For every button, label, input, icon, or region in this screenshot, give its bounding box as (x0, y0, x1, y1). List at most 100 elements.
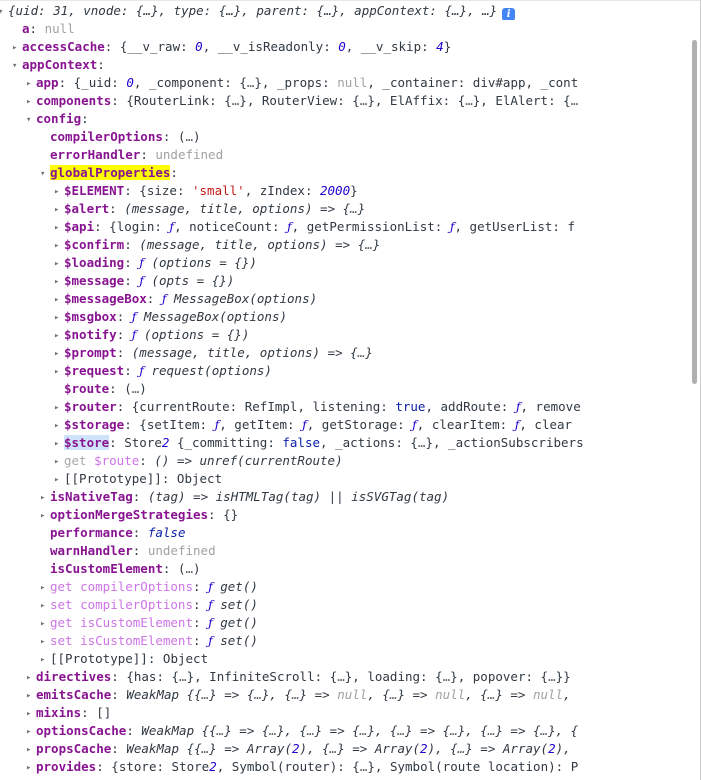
property-key-storage[interactable]: $storage (64, 417, 124, 432)
disclosure-triangle-ELEMENT[interactable] (54, 183, 64, 200)
property-key-messageBox[interactable]: $messageBox (64, 291, 147, 306)
property-key-api[interactable]: $api (64, 219, 94, 234)
property-value-alert[interactable]: (message, title, options) => {…} (117, 201, 365, 216)
property-key-appContext[interactable]: appContext (22, 57, 97, 72)
property-value-proto-config[interactable]: Object (155, 651, 208, 666)
disclosure-triangle-appContext[interactable] (12, 57, 22, 74)
tree-row-api[interactable]: $api: {login: ƒ, noticeCount: ƒ, getPerm… (0, 218, 689, 236)
property-key-optionMergeStrategies[interactable]: optionMergeStrategies (50, 507, 208, 522)
property-value-optionMergeStrategies[interactable]: {} (216, 507, 238, 522)
property-value-route[interactable]: (…) (117, 381, 147, 396)
property-value-get-isCustomElement[interactable]: ƒ get() (201, 615, 258, 630)
property-key-propsCache[interactable]: propsCache (36, 741, 111, 756)
property-key-config[interactable]: config (36, 111, 81, 126)
property-key-msgbox[interactable]: $msgbox (64, 309, 117, 324)
property-value-emitsCache[interactable]: WeakMap {{…} => {…}, {…} => null, {…} =>… (119, 687, 570, 702)
disclosure-triangle-router[interactable] (54, 399, 64, 416)
tree-row-router[interactable]: $router: {currentRoute: RefImpl, listeni… (0, 398, 689, 416)
tree-row-loading[interactable]: $loading: ƒ (options = {}) (0, 254, 689, 272)
disclosure-triangle-proto-config[interactable] (40, 651, 50, 668)
property-key-get-compilerOptions[interactable]: get compilerOptions (50, 579, 193, 594)
disclosure-triangle-root-preview[interactable] (0, 3, 8, 20)
vertical-scrollbar-thumb[interactable] (692, 40, 697, 384)
property-key-store[interactable]: $store (64, 435, 110, 450)
property-key-proto-config[interactable]: [[Prototype]] (50, 651, 148, 666)
disclosure-triangle-directives[interactable] (26, 669, 36, 686)
property-value-provides[interactable]: {store: Store2, Symbol(router): {…}, Sym… (104, 759, 578, 774)
tree-row-get-route[interactable]: get $route: () => unref(currentRoute) (0, 452, 689, 470)
property-key-get-isCustomElement[interactable]: get isCustomElement (50, 615, 193, 630)
property-value-isCustomElement[interactable]: (…) (170, 561, 201, 576)
tree-row-notify[interactable]: $notify: ƒ (options = {}) (0, 326, 689, 344)
property-value-isNativeTag[interactable]: (tag) => isHTMLTag(tag) || isSVGTag(tag) (140, 489, 449, 504)
disclosure-triangle-set-compilerOptions[interactable] (40, 597, 50, 614)
tree-row-errorHandler[interactable]: errorHandler: undefined (0, 146, 689, 164)
property-key-compilerOptions[interactable]: compilerOptions (50, 129, 163, 144)
property-value-set-compilerOptions[interactable]: ƒ set() (201, 597, 258, 612)
tree-row-alert[interactable]: $alert: (message, title, options) => {…} (0, 200, 689, 218)
tree-row-get-compilerOptions[interactable]: get compilerOptions: ƒ get() (0, 578, 689, 596)
tree-row-isCustomElement[interactable]: isCustomElement: (…) (0, 560, 689, 578)
disclosure-triangle-provides[interactable] (26, 759, 36, 776)
vertical-scrollbar-track[interactable] (689, 0, 699, 780)
property-value-accessCache[interactable]: {__v_raw: 0, __v_isReadonly: 0, __v_skip… (112, 39, 451, 54)
property-value-set-isCustomElement[interactable]: ƒ set() (201, 633, 258, 648)
disclosure-triangle-alert[interactable] (54, 201, 64, 218)
tree-row-route[interactable]: $route: (…) (0, 380, 689, 398)
tree-row-config[interactable]: config: (0, 110, 689, 128)
disclosure-triangle-prompt[interactable] (54, 345, 64, 362)
property-key-proto-globalProperties[interactable]: [[Prototype]] (64, 471, 162, 486)
property-key-errorHandler[interactable]: errorHandler (50, 147, 140, 162)
tree-row-performance[interactable]: performance: false (0, 524, 689, 542)
property-key-router[interactable]: $router (64, 399, 117, 414)
tree-row-prompt[interactable]: $prompt: (message, title, options) => {…… (0, 344, 689, 362)
disclosure-triangle-mixins[interactable] (26, 705, 36, 722)
property-value-store[interactable]: Store2 {_committing: false, _actions: {…… (117, 435, 583, 450)
property-key-warnHandler[interactable]: warnHandler (50, 543, 133, 558)
tree-row-accessCache[interactable]: accessCache: {__v_raw: 0, __v_isReadonly… (0, 38, 689, 56)
tree-row-messageBox[interactable]: $messageBox: ƒ MessageBox(options) (0, 290, 689, 308)
object-tree[interactable]: {uid: 31, vnode: {…}, type: {…}, parent:… (0, 1, 689, 776)
tree-row-mixins[interactable]: mixins: [] (0, 704, 689, 722)
disclosure-triangle-config[interactable] (26, 111, 36, 128)
property-key-emitsCache[interactable]: emitsCache (36, 687, 111, 702)
console-object-inspector-pane[interactable]: {uid: 31, vnode: {…}, type: {…}, parent:… (0, 0, 701, 780)
property-key-performance[interactable]: performance (50, 525, 133, 540)
tree-row-optionMergeStrategies[interactable]: optionMergeStrategies: {} (0, 506, 689, 524)
property-key-prompt[interactable]: $prompt (64, 345, 117, 360)
property-key-mixins[interactable]: mixins (36, 705, 81, 720)
property-value-optionsCache[interactable]: WeakMap {{…} => {…}, {…} => {…}, {…} => … (134, 723, 578, 738)
property-value-confirm[interactable]: (message, title, options) => {…} (132, 237, 380, 252)
property-value-message[interactable]: ƒ (opts = {}) (132, 273, 234, 288)
property-key-isNativeTag[interactable]: isNativeTag (50, 489, 133, 504)
disclosure-triangle-loading[interactable] (54, 255, 64, 272)
property-value-app[interactable]: {_uid: 0, _component: {…}, _props: null,… (66, 75, 579, 90)
disclosure-triangle-notify[interactable] (54, 327, 64, 344)
property-key-isCustomElement[interactable]: isCustomElement (50, 561, 163, 576)
property-value-router[interactable]: {currentRoute: RefImpl, listening: true,… (124, 399, 581, 414)
property-key-message[interactable]: $message (64, 273, 124, 288)
property-value-request[interactable]: ƒ request(options) (132, 363, 272, 378)
tree-row-ELEMENT[interactable]: $ELEMENT: {size: 'small', zIndex: 2000} (0, 182, 689, 200)
property-value-errorHandler[interactable]: undefined (148, 147, 223, 162)
tree-row-directives[interactable]: directives: {has: {…}, InfiniteScroll: {… (0, 668, 689, 686)
property-value-ELEMENT[interactable]: {size: 'small', zIndex: 2000} (132, 183, 357, 198)
tree-row-get-isCustomElement[interactable]: get isCustomElement: ƒ get() (0, 614, 689, 632)
property-key-route[interactable]: $route (64, 381, 109, 396)
property-key-accessCache[interactable]: accessCache (22, 39, 105, 54)
property-key-a[interactable]: a (22, 21, 30, 36)
property-key-set-isCustomElement[interactable]: set isCustomElement (50, 633, 193, 648)
property-value-components[interactable]: {RouterLink: {…}, RouterView: {…}, ElAff… (119, 93, 578, 108)
property-key-set-compilerOptions[interactable]: set compilerOptions (50, 597, 193, 612)
tree-row-app[interactable]: app: {_uid: 0, _component: {…}, _props: … (0, 74, 689, 92)
disclosure-triangle-message[interactable] (54, 273, 64, 290)
disclosure-triangle-app[interactable] (26, 75, 36, 92)
property-value-performance[interactable]: false (140, 525, 186, 540)
property-key-request[interactable]: $request (64, 363, 124, 378)
tree-row-globalProperties[interactable]: globalProperties: (0, 164, 689, 182)
property-value-proto-globalProperties[interactable]: Object (169, 471, 222, 486)
property-key-directives[interactable]: directives (36, 669, 111, 684)
disclosure-triangle-optionMergeStrategies[interactable] (40, 507, 50, 524)
tree-row-emitsCache[interactable]: emitsCache: WeakMap {{…} => {…}, {…} => … (0, 686, 689, 704)
tree-row-set-compilerOptions[interactable]: set compilerOptions: ƒ set() (0, 596, 689, 614)
